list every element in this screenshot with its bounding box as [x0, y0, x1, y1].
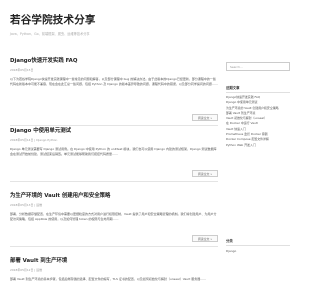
post-title[interactable]: 为生产环境的 Vault 创建用户和安全策略 [10, 193, 218, 200]
recent-posts-title: 近期文章 [226, 86, 240, 90]
site-title[interactable]: 若谷学院技术分享 [10, 12, 290, 27]
site-header: 若谷学院技术分享 Java、Python、Go、前端框架、爬虫、运维等技术分享 [10, 12, 290, 36]
site-description: Java、Python、Go、前端框架、爬虫、运维等技术分享 [10, 32, 90, 36]
read-more-button[interactable]: 阅读全文 » [192, 235, 218, 242]
post-item: 为生产环境的 Vault 创建用户和安全策略 2018年05月13日 | 运维 … [10, 193, 218, 223]
post-item: Django快速开发实践 FAQ 2018年05月15日 以下为若谷学院Djan… [10, 58, 218, 88]
post-divider [10, 125, 218, 126]
post-title[interactable]: Django 中使用单元测试 [10, 128, 218, 135]
category-link[interactable]: Django [226, 249, 290, 253]
recent-posts-list: Django快速开发实践 FAQ Django 中使用单元测试 为生产环境的 V… [226, 95, 290, 148]
post-title[interactable]: 部署 Vault 到生产环境 [10, 258, 218, 265]
post-meta: 2018年05月12日 | 运维 [10, 267, 42, 272]
post-excerpt: 部署 Vault 到生产环境的基本步骤，包括后端存储的选择、配置文件的编写，TL… [10, 276, 207, 281]
widget-divider [226, 244, 290, 246]
sidebar: Search... 近期文章 Django快速开发实践 FAQ Django 中… [226, 58, 290, 253]
post-item: Django 中使用单元测试 2018年05月14日 | Django Pyth… [10, 128, 218, 158]
search-input[interactable]: Search... [226, 62, 290, 71]
read-more-button[interactable]: 阅读全文 » [192, 114, 218, 121]
post-divider [10, 246, 218, 247]
post-excerpt: 部署、分析数据存储配置，在生产环境中需要以更细粒度的方式对用户进行权限控制，Va… [10, 211, 217, 221]
read-more-button[interactable]: 阅读全文 » [192, 170, 218, 177]
widget-divider [226, 92, 290, 93]
post-title[interactable]: Django快速开发实践 FAQ [10, 58, 218, 65]
categories-title: 分类 [226, 238, 233, 243]
post-meta: 2018年05月13日 | 运维 [10, 202, 42, 207]
post-meta: 2018年05月15日 [10, 67, 34, 72]
post-divider [10, 181, 218, 182]
post-excerpt: Django 单元测试需要写 Django 测试用例。在 Django 中使用 … [10, 146, 217, 156]
recent-post-link[interactable]: Python Web 开发入门 [226, 143, 290, 148]
post-item: 部署 Vault 到生产环境 2018年05月12日 | 运维 部署 Vault… [10, 258, 218, 288]
post-excerpt: 以下为若谷学院Django快速开发实践课程中一些常见的问题和解答，以及部分课程中… [10, 76, 218, 86]
post-meta: 2018年05月14日 | Django Python [10, 137, 58, 142]
